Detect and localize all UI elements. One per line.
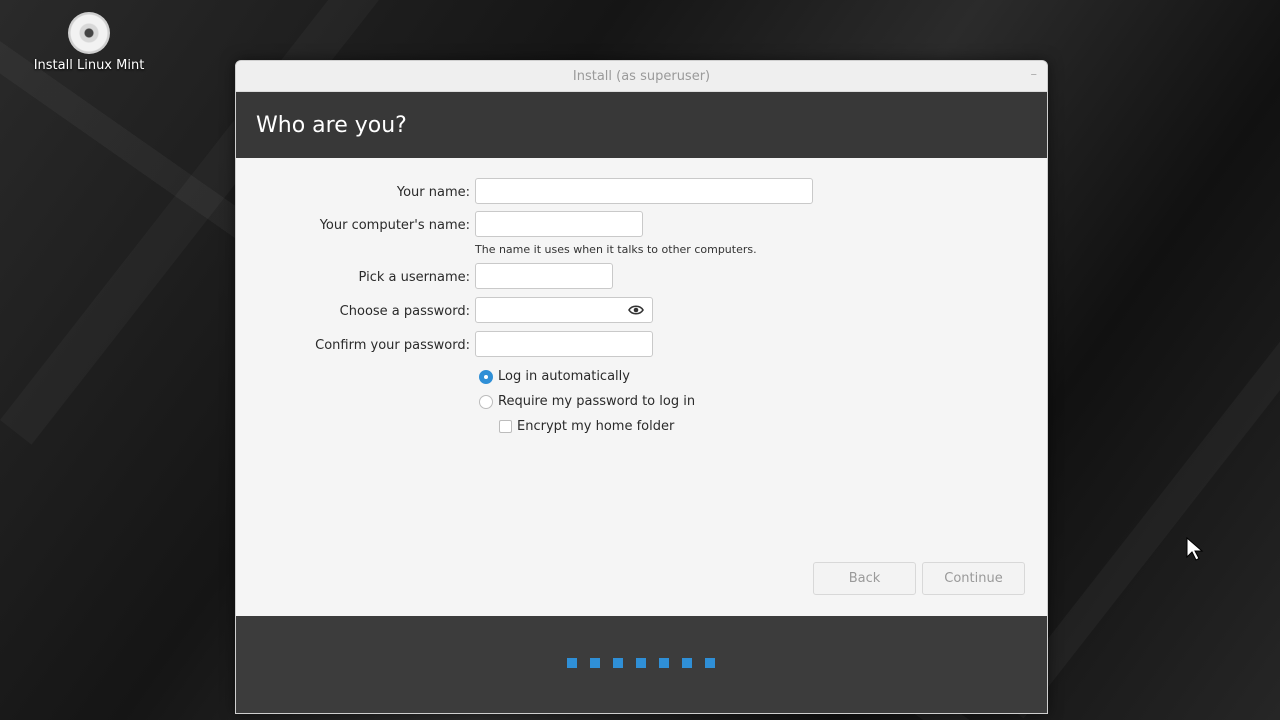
eye-icon[interactable] [628, 304, 644, 316]
computer-name-row: Your computer's name: [236, 211, 1047, 239]
login-automatically-option[interactable]: Log in automatically [479, 369, 630, 384]
require-password-label: Require my password to log in [498, 394, 696, 409]
require-password-option[interactable]: Require my password to log in [479, 394, 695, 409]
progress-dots [567, 658, 728, 668]
password-row: Choose a password: [236, 297, 1047, 325]
password-label: Choose a password: [339, 303, 470, 319]
username-label: Pick a username: [358, 269, 470, 285]
progress-step-dot [659, 658, 669, 668]
username-input[interactable] [475, 263, 613, 289]
progress-step-dot [567, 658, 577, 668]
progress-step-dot [613, 658, 623, 668]
disc-icon [68, 12, 110, 54]
encrypt-home-option[interactable]: Encrypt my home folder [499, 419, 674, 434]
username-row: Pick a username: [236, 263, 1047, 291]
window-titlebar[interactable]: Install (as superuser) – [236, 61, 1047, 92]
desktop-icon-label: Install Linux Mint [33, 58, 145, 73]
encrypt-home-label: Encrypt my home folder [517, 419, 675, 434]
progress-step-dot [590, 658, 600, 668]
computer-name-label: Your computer's name: [319, 217, 470, 233]
computer-name-input[interactable] [475, 211, 643, 237]
progress-step-dot [705, 658, 715, 668]
confirm-password-input[interactable] [475, 331, 653, 357]
name-input[interactable] [475, 178, 813, 204]
page-title: Who are you? [256, 112, 407, 138]
back-button[interactable]: Back [813, 562, 916, 595]
require-password-radio[interactable] [479, 394, 493, 409]
progress-footer [236, 616, 1047, 713]
window-title: Install (as superuser) [572, 68, 711, 84]
mouse-cursor-icon [1186, 537, 1204, 561]
login-automatically-label: Log in automatically [498, 369, 630, 384]
continue-button[interactable]: Continue [922, 562, 1025, 595]
installer-window: Install (as superuser) – Who are you? Yo… [235, 60, 1048, 714]
password-field[interactable] [475, 297, 653, 323]
page-header: Who are you? [236, 92, 1047, 158]
name-label: Your name: [396, 184, 470, 200]
encrypt-home-checkbox[interactable] [499, 420, 512, 433]
progress-step-dot [682, 658, 692, 668]
desktop-icon-install[interactable]: Install Linux Mint [30, 12, 148, 73]
minimize-button[interactable]: – [1031, 67, 1038, 82]
computer-name-hint: The name it uses when it talks to other … [475, 243, 757, 256]
confirm-password-row: Confirm your password: [236, 331, 1047, 359]
confirm-password-label: Confirm your password: [315, 337, 470, 353]
login-automatically-radio[interactable] [479, 369, 493, 384]
name-row: Your name: [236, 178, 1047, 206]
progress-step-dot [636, 658, 646, 668]
